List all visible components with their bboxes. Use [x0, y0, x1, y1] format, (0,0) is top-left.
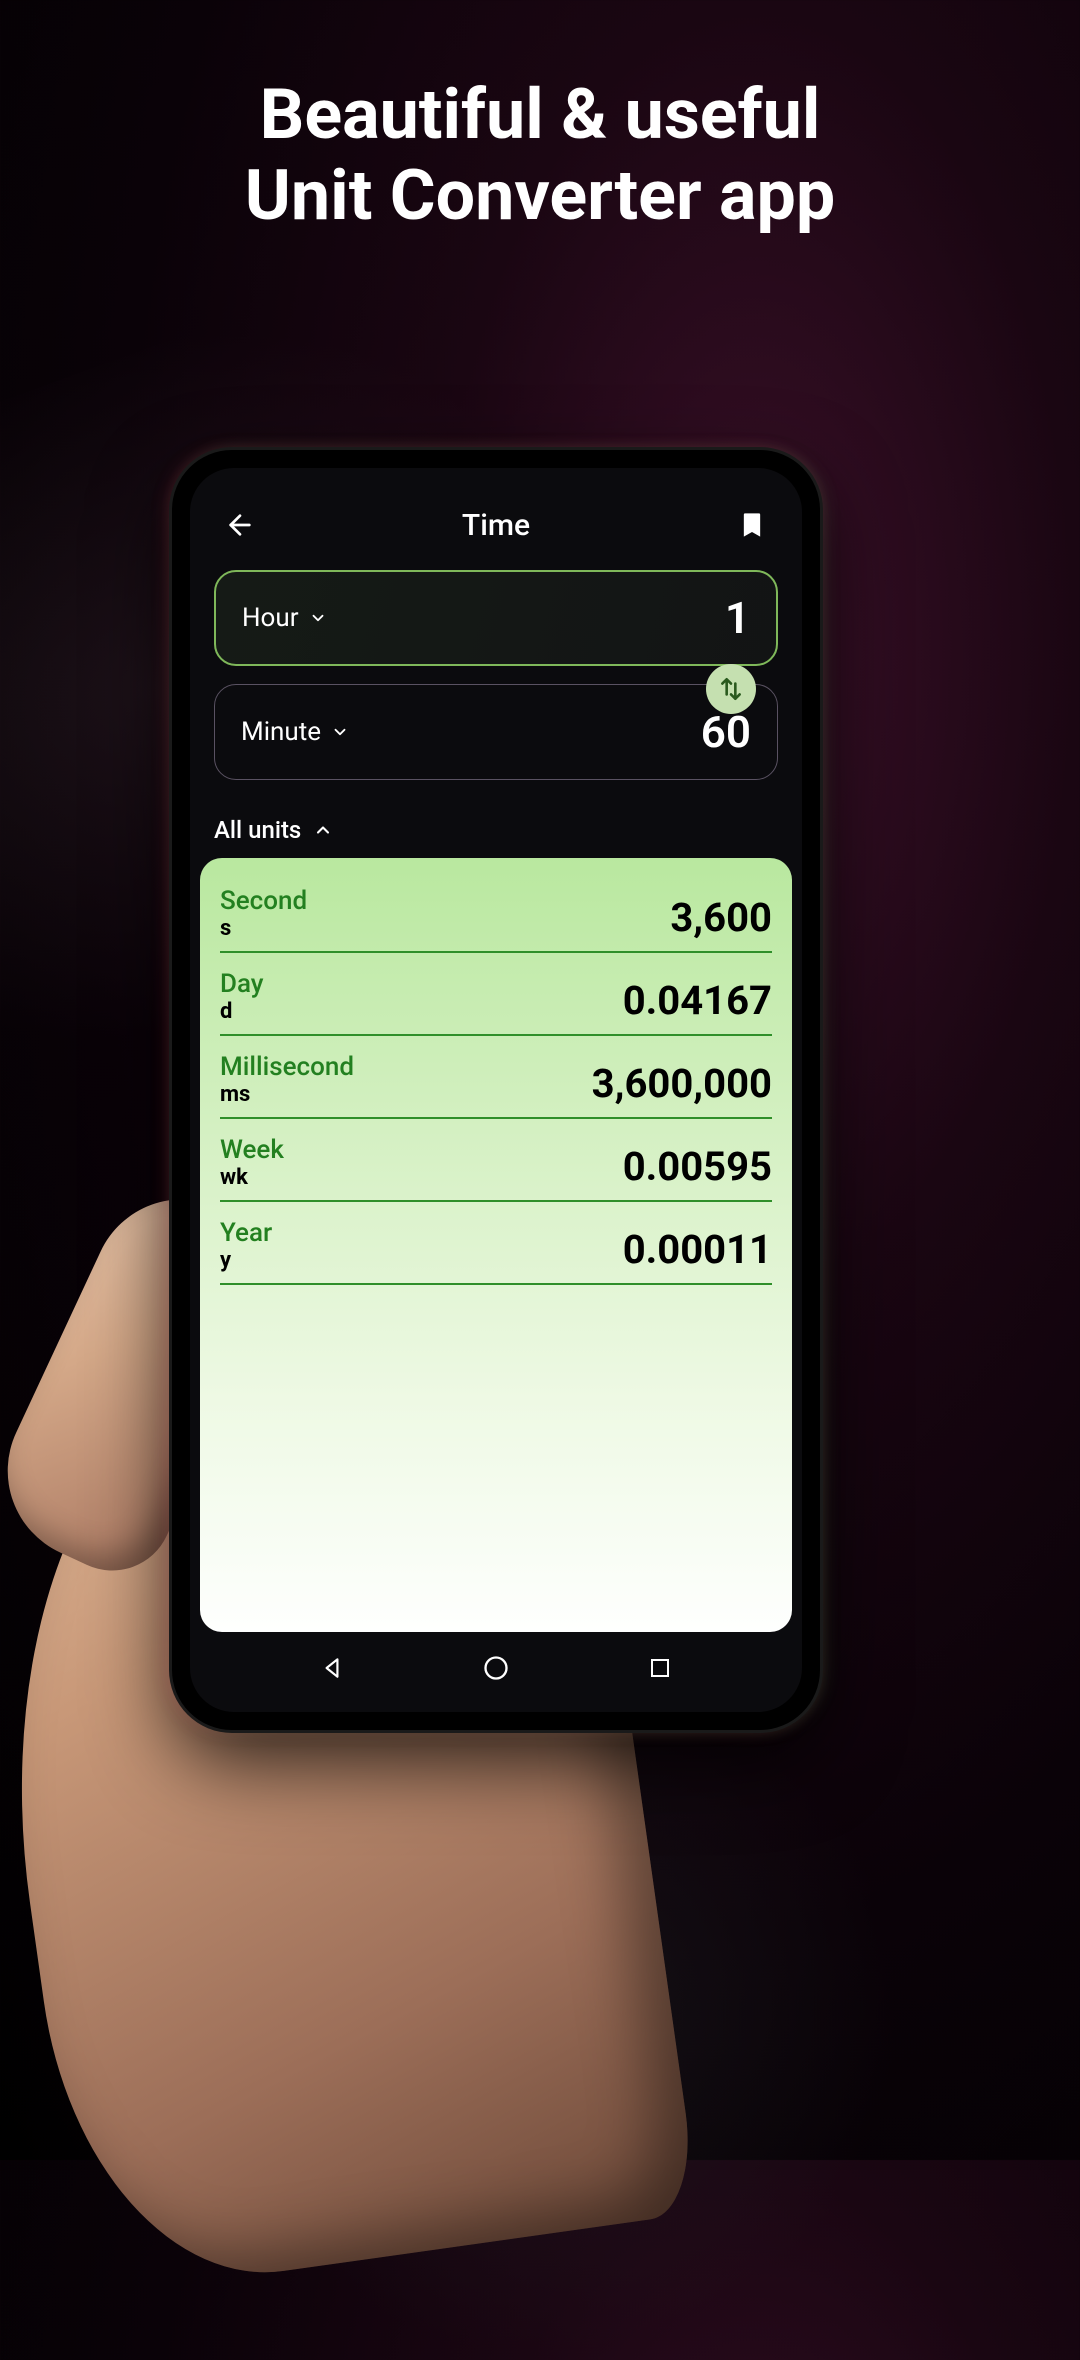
back-button[interactable]	[218, 503, 262, 547]
to-unit-select[interactable]: Minute	[241, 717, 349, 747]
list-item[interactable]: Second s 3,600	[220, 878, 772, 953]
to-unit-label: Minute	[241, 717, 321, 747]
swap-icon	[718, 676, 744, 702]
unit-value: 0.00595	[623, 1143, 772, 1190]
list-item[interactable]: Year y 0.00011	[220, 1210, 772, 1285]
square-recents-icon	[648, 1656, 672, 1680]
unit-name: Day	[220, 969, 264, 999]
chevron-up-icon	[313, 820, 333, 840]
unit-name: Year	[220, 1218, 272, 1248]
swap-button[interactable]	[706, 664, 756, 714]
from-value[interactable]: 1	[725, 592, 750, 644]
unit-abbr: wk	[220, 1165, 284, 1190]
phone-frame: Time Hour 1 Minute	[172, 450, 820, 1730]
unit-value: 0.04167	[623, 977, 772, 1024]
from-unit-box[interactable]: Hour 1	[214, 570, 778, 666]
all-units-toggle[interactable]: All units	[190, 798, 802, 858]
unit-abbr: s	[220, 916, 307, 941]
all-units-label: All units	[214, 816, 301, 844]
nav-back-button[interactable]	[307, 1643, 357, 1693]
promo-line-2: Unit Converter app	[245, 155, 835, 237]
to-value: 60	[701, 706, 751, 758]
unit-value: 3,600,000	[592, 1060, 772, 1107]
android-nav-bar	[190, 1638, 802, 1698]
from-unit-select[interactable]: Hour	[242, 603, 327, 633]
list-item[interactable]: Day d 0.04167	[220, 961, 772, 1036]
list-item[interactable]: Week wk 0.00595	[220, 1127, 772, 1202]
app-header: Time	[190, 480, 802, 570]
bookmark-button[interactable]	[730, 503, 774, 547]
chevron-down-icon	[331, 723, 349, 741]
arrow-left-icon	[224, 509, 256, 541]
unit-abbr: y	[220, 1248, 272, 1273]
unit-name: Second	[220, 886, 307, 916]
unit-value: 3,600	[670, 894, 772, 941]
unit-name: Week	[220, 1135, 284, 1165]
conversion-area: Hour 1 Minute 60	[190, 570, 802, 798]
to-unit-box[interactable]: Minute 60	[214, 684, 778, 780]
units-panel: Second s 3,600 Day d 0.04167 Millisecond…	[200, 858, 792, 1632]
chevron-down-icon	[309, 609, 327, 627]
promo-line-1: Beautiful & useful	[260, 74, 821, 156]
nav-home-button[interactable]	[471, 1643, 521, 1693]
background-speedometer	[200, 1660, 900, 2360]
circle-home-icon	[482, 1654, 510, 1682]
unit-abbr: d	[220, 999, 264, 1024]
list-item[interactable]: Millisecond ms 3,600,000	[220, 1044, 772, 1119]
triangle-back-icon	[319, 1655, 345, 1681]
bookmark-icon	[738, 511, 766, 539]
phone-screen: Time Hour 1 Minute	[190, 468, 802, 1712]
unit-name: Millisecond	[220, 1052, 354, 1082]
page-title: Time	[462, 508, 530, 543]
from-unit-label: Hour	[242, 603, 299, 633]
unit-value: 0.00011	[623, 1226, 772, 1273]
unit-abbr: ms	[220, 1082, 354, 1107]
promo-headline: Beautiful & useful Unit Converter app	[0, 75, 1080, 236]
nav-recents-button[interactable]	[635, 1643, 685, 1693]
